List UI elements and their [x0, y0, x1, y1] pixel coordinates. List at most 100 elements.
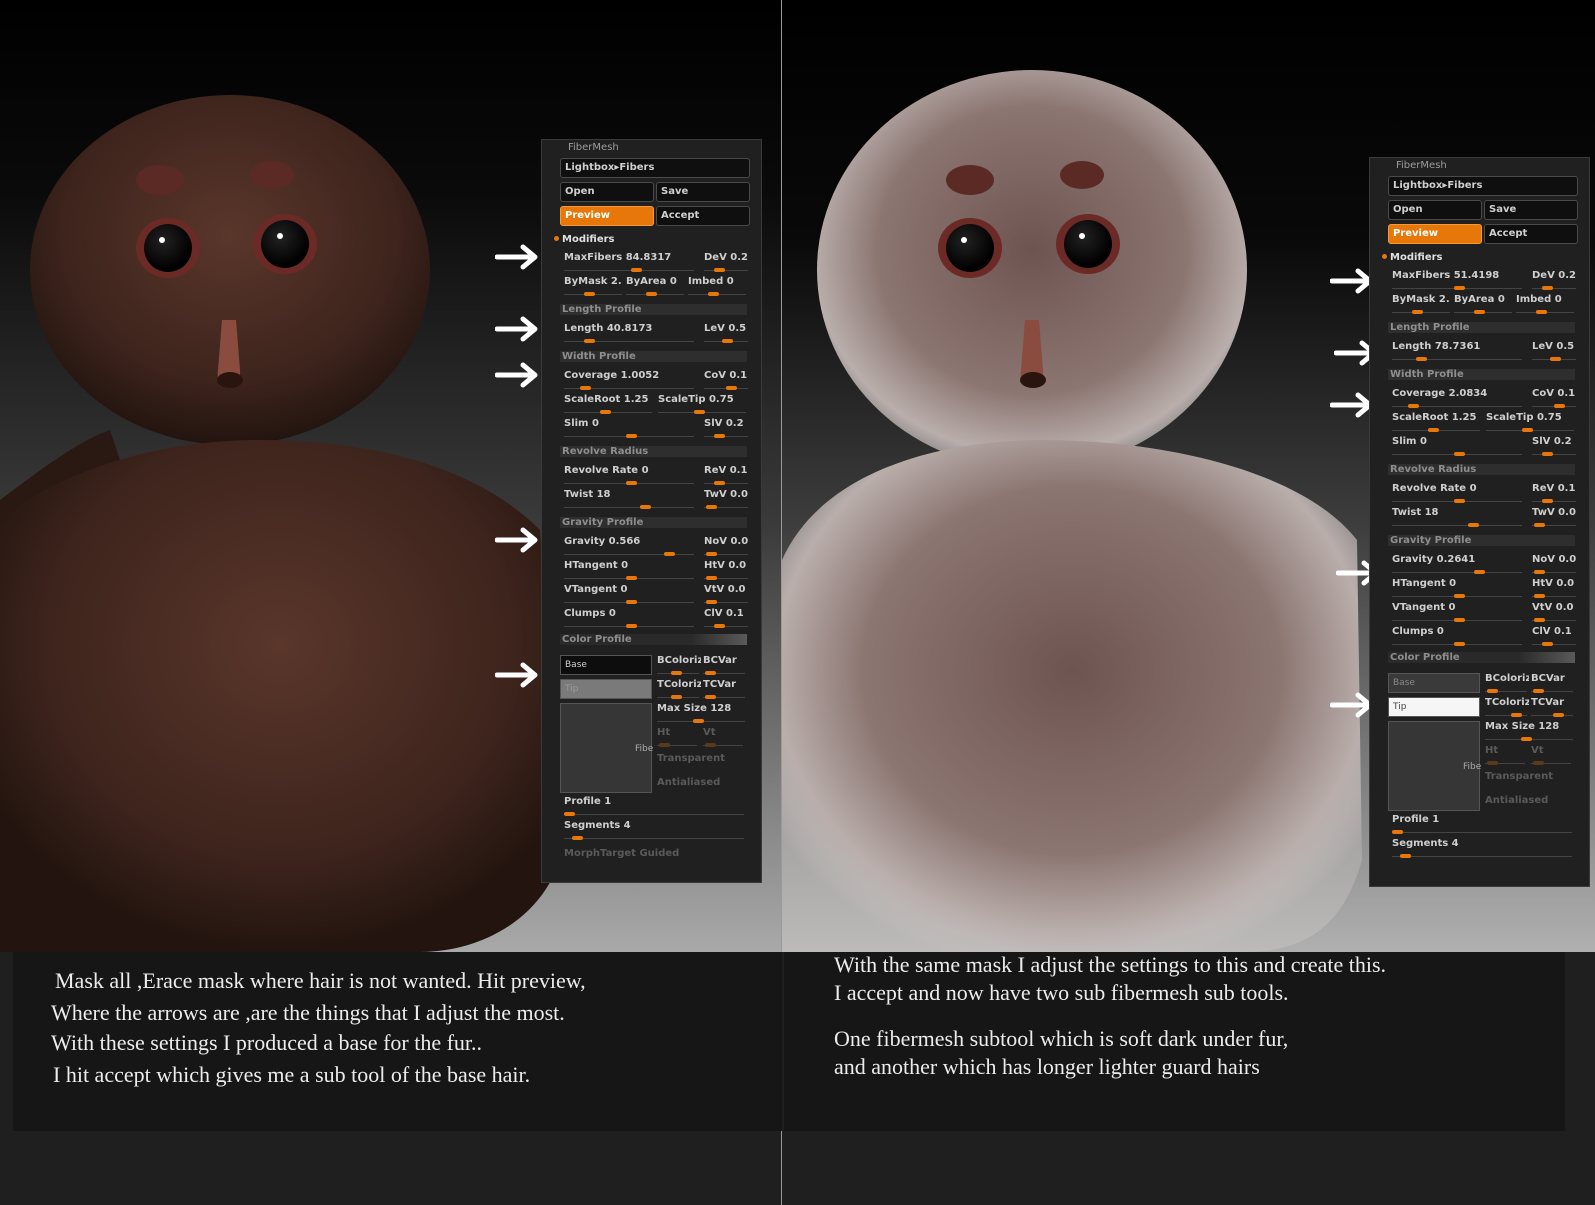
open-button[interactable]: Open [1388, 200, 1482, 220]
segments-slider[interactable]: Segments 4 [564, 820, 744, 831]
htangent-slider[interactable]: HTangent 0 [564, 560, 694, 571]
vtv-track[interactable] [704, 600, 748, 604]
bcolorize-slider[interactable]: BColoriz [1485, 673, 1529, 684]
scaletip-track[interactable] [1486, 428, 1574, 432]
bcvar-track[interactable] [703, 671, 745, 675]
gravity-profile-header[interactable]: Gravity Profile [1388, 535, 1575, 546]
cov-track[interactable] [1532, 404, 1576, 408]
bymask-slider[interactable]: ByMask 2. [564, 276, 624, 287]
save-button[interactable]: Save [656, 182, 750, 202]
color-profile-header[interactable]: Color Profile [560, 634, 747, 645]
tcolorize-slider[interactable]: TColoriz [1485, 697, 1529, 708]
tip-color-swatch[interactable]: Tip [560, 679, 652, 699]
antialiased-toggle[interactable]: Antialiased [657, 777, 747, 788]
tcvar-track[interactable] [1531, 713, 1573, 717]
vtangent-slider[interactable]: VTangent 0 [1392, 602, 1522, 613]
twist-slider[interactable]: Twist 18 [1392, 507, 1522, 518]
vtv-slider[interactable]: VtV 0.0 [1532, 602, 1578, 613]
open-button[interactable]: Open [560, 182, 654, 202]
coverage-track[interactable] [564, 386, 694, 390]
modifiers-header[interactable]: Modifiers [1382, 252, 1443, 263]
imbed-slider[interactable]: Imbed 0 [688, 276, 750, 287]
base-color-swatch[interactable]: Base [560, 655, 652, 675]
dev-track[interactable] [1532, 286, 1576, 290]
byarea-track[interactable] [1454, 310, 1512, 314]
revolve-rate-track[interactable] [564, 481, 694, 485]
clumps-slider[interactable]: Clumps 0 [1392, 626, 1522, 637]
length-profile-header[interactable]: Length Profile [560, 304, 747, 315]
twist-track[interactable] [1392, 523, 1522, 527]
vt-slider[interactable]: Vt [1531, 745, 1571, 756]
length-profile-header[interactable]: Length Profile [1388, 322, 1575, 333]
imbed-track[interactable] [1516, 310, 1574, 314]
bymask-track[interactable] [564, 292, 622, 296]
accept-button[interactable]: Accept [656, 206, 750, 226]
width-profile-header[interactable]: Width Profile [1388, 369, 1575, 380]
scaletip-track[interactable] [658, 410, 746, 414]
clv-track[interactable] [704, 624, 748, 628]
coverage-slider[interactable]: Coverage 1.0052 [564, 370, 694, 381]
tcvar-slider[interactable]: TCVar [703, 679, 747, 690]
revolve-radius-header[interactable]: Revolve Radius [560, 446, 747, 457]
bcolorize-slider[interactable]: BColoriz [657, 655, 701, 666]
htv-track[interactable] [704, 576, 748, 580]
maxfibers-slider[interactable]: MaxFibers 51.4198 [1392, 270, 1522, 281]
twist-slider[interactable]: Twist 18 [564, 489, 694, 500]
tcvar-track[interactable] [703, 695, 745, 699]
length-slider[interactable]: Length 40.8173 [564, 323, 694, 334]
slim-slider[interactable]: Slim 0 [1392, 436, 1522, 447]
transparent-toggle[interactable]: Transparent [1485, 771, 1575, 782]
rev-slider[interactable]: ReV 0.1 [1532, 483, 1582, 494]
cov-slider[interactable]: CoV 0.1 [704, 370, 754, 381]
htangent-track[interactable] [564, 576, 694, 580]
preview-button[interactable]: Preview [1388, 224, 1482, 244]
base-color-swatch[interactable]: Base [1388, 673, 1480, 693]
antialiased-toggle[interactable]: Antialiased [1485, 795, 1575, 806]
maxfibers-slider[interactable]: MaxFibers 84.8317 [564, 252, 694, 263]
color-profile-header[interactable]: Color Profile [1388, 652, 1575, 663]
revolve-rate-slider[interactable]: Revolve Rate 0 [1392, 483, 1522, 494]
byarea-slider[interactable]: ByArea 0 [1454, 294, 1512, 305]
rev-slider[interactable]: ReV 0.1 [704, 465, 754, 476]
width-profile-header[interactable]: Width Profile [560, 351, 747, 362]
lev-track[interactable] [704, 339, 748, 343]
scaletip-slider[interactable]: ScaleTip 0.75 [1486, 412, 1576, 423]
slim-track[interactable] [1392, 452, 1522, 456]
clv-track[interactable] [1532, 642, 1576, 646]
maxfibers-track[interactable] [1392, 286, 1522, 290]
segments-slider[interactable]: Segments 4 [1392, 838, 1572, 849]
save-button[interactable]: Save [1484, 200, 1578, 220]
twv-track[interactable] [704, 505, 748, 509]
imbed-track[interactable] [688, 292, 746, 296]
revolve-rate-slider[interactable]: Revolve Rate 0 [564, 465, 694, 476]
max-size-track[interactable] [657, 719, 745, 723]
slim-track[interactable] [564, 434, 694, 438]
dev-slider[interactable]: DeV 0.2 [704, 252, 754, 263]
twv-slider[interactable]: TwV 0.0 [704, 489, 754, 500]
clumps-track[interactable] [1392, 642, 1522, 646]
maxfibers-track[interactable] [564, 268, 694, 272]
bcvar-slider[interactable]: BCVar [703, 655, 747, 666]
byarea-track[interactable] [626, 292, 684, 296]
nov-slider[interactable]: NoV 0.0 [1532, 554, 1582, 565]
slv-track[interactable] [1532, 452, 1576, 456]
slv-track[interactable] [704, 434, 748, 438]
gravity-profile-header[interactable]: Gravity Profile [560, 517, 747, 528]
tip-color-swatch[interactable]: Tip [1388, 697, 1480, 717]
byarea-slider[interactable]: ByArea 0 [626, 276, 684, 287]
bcvar-slider[interactable]: BCVar [1531, 673, 1575, 684]
morphtarget-guided-toggle[interactable]: MorphTarget Guided [564, 848, 744, 859]
gravity-slider[interactable]: Gravity 0.2641 [1392, 554, 1522, 565]
coverage-track[interactable] [1392, 404, 1522, 408]
bcvar-track[interactable] [1531, 689, 1573, 693]
vtv-track[interactable] [1532, 618, 1576, 622]
htv-track[interactable] [1532, 594, 1576, 598]
dev-slider[interactable]: DeV 0.2 [1532, 270, 1582, 281]
lev-track[interactable] [1532, 357, 1576, 361]
length-slider[interactable]: Length 78.7361 [1392, 341, 1522, 352]
gravity-track[interactable] [564, 552, 694, 556]
lev-slider[interactable]: LeV 0.5 [1532, 341, 1582, 352]
twist-track[interactable] [564, 505, 694, 509]
bcolorize-track[interactable] [657, 671, 699, 675]
cov-track[interactable] [704, 386, 748, 390]
